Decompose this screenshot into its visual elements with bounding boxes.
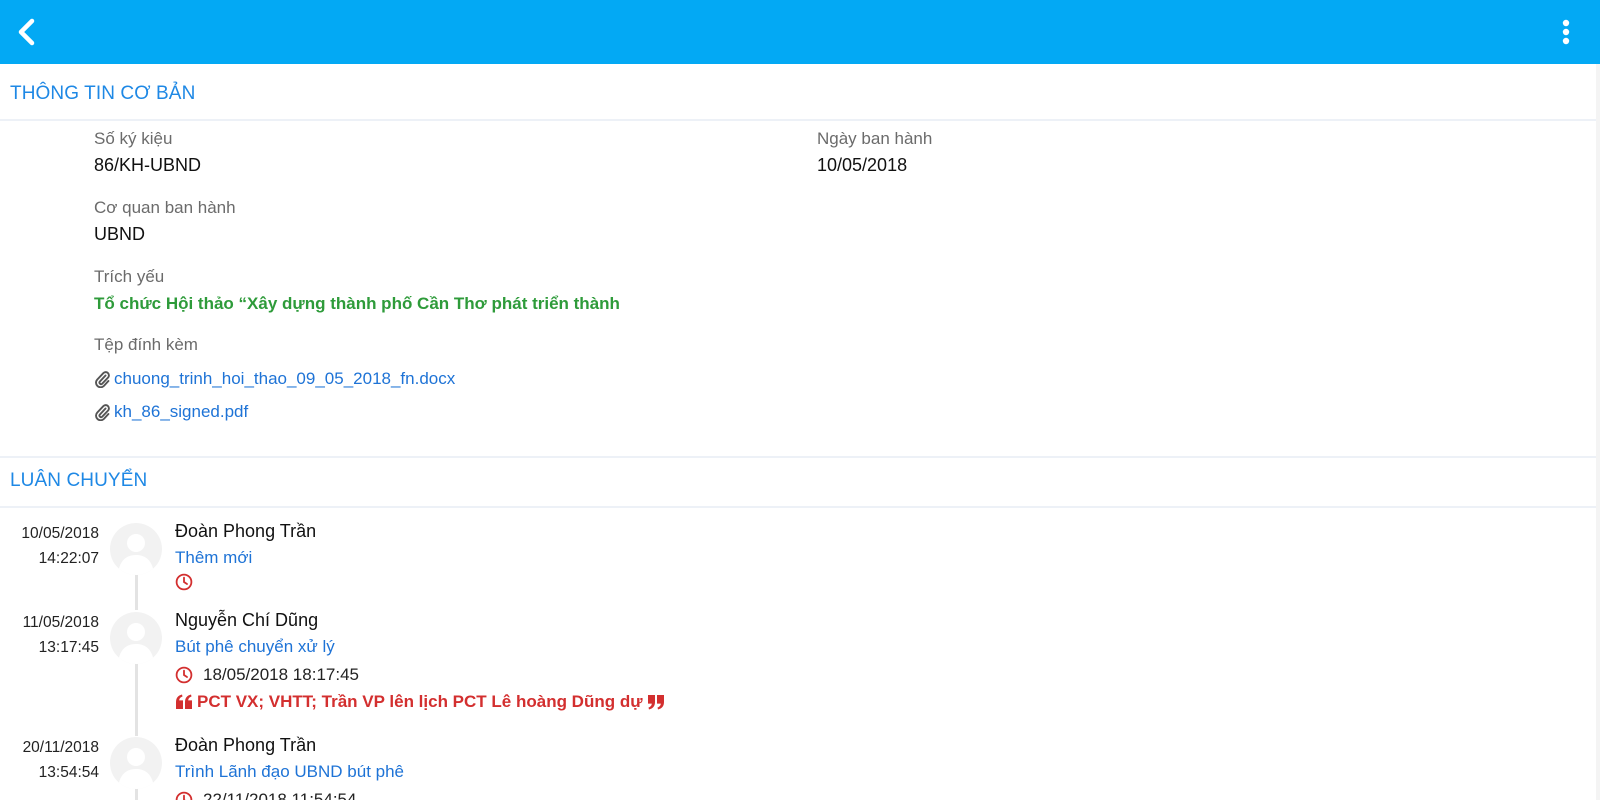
agency-value: UBND bbox=[94, 224, 146, 244]
entry-deadline-row: 22/11/2018 11:54:54 bbox=[175, 789, 356, 800]
entry-date: 11/05/2018 bbox=[22, 614, 99, 631]
paperclip-icon bbox=[95, 404, 110, 421]
entry-action[interactable]: Thêm mới bbox=[175, 548, 252, 568]
avatar bbox=[110, 523, 162, 575]
entry-note: PCT VX; VHTT; Trần VP lên lịch PCT Lê ho… bbox=[197, 692, 643, 711]
entry-deadline: 22/11/2018 11:54:54 bbox=[203, 790, 357, 800]
entry-time: 13:54:54 bbox=[38, 764, 99, 781]
entry-deadline: 18/05/2018 18:17:45 bbox=[203, 665, 359, 684]
attachment-item[interactable]: kh_86_signed.pdf bbox=[94, 401, 248, 423]
symbol-label: Số ký kiệu bbox=[94, 129, 173, 148]
attachment-name[interactable]: chuong_trinh_hoi_thao_09_05_2018_fn.docx bbox=[114, 369, 455, 389]
page-content: THÔNG TIN CƠ BẢN Số ký kiệu 86/KH-UBND N… bbox=[0, 0, 1600, 800]
entry-action[interactable]: Bút phê chuyển xử lý bbox=[175, 637, 335, 657]
basic-info-title: THÔNG TIN CƠ BẢN bbox=[10, 83, 196, 104]
clock-icon bbox=[175, 666, 193, 684]
quote-close-icon bbox=[647, 695, 664, 710]
timeline-connector bbox=[135, 573, 138, 610]
paperclip-icon bbox=[95, 371, 110, 388]
summary-label: Trích yếu bbox=[94, 267, 165, 286]
circulation-title: LUÂN CHUYỂN bbox=[10, 470, 148, 491]
entry-user: Đoàn Phong Trần bbox=[175, 735, 317, 755]
entry-user: Đoàn Phong Trần bbox=[175, 521, 317, 541]
entry-deadline-row bbox=[175, 571, 203, 593]
entry-note-row: PCT VX; VHTT; Trần VP lên lịch PCT Lê ho… bbox=[175, 691, 665, 713]
entry-time: 13:17:45 bbox=[38, 639, 99, 656]
issue-date-label: Ngày ban hành bbox=[817, 129, 933, 148]
entry-user: Nguyễn Chí Dũng bbox=[175, 610, 319, 630]
summary-value: Tổ chức Hội thảo “Xây dựng thành phố Cần… bbox=[94, 294, 620, 313]
entry-date: 20/11/2018 bbox=[22, 739, 99, 756]
clock-icon bbox=[175, 573, 193, 591]
user-placeholder-icon bbox=[118, 748, 154, 789]
clock-icon bbox=[175, 791, 193, 800]
circulation-divider bbox=[0, 506, 1596, 508]
timeline-connector bbox=[135, 662, 138, 736]
avatar bbox=[110, 737, 162, 789]
avatar bbox=[110, 612, 162, 664]
basic-info-divider bbox=[0, 119, 1596, 121]
issue-date-value: 10/05/2018 bbox=[817, 155, 908, 175]
attachment-name[interactable]: kh_86_signed.pdf bbox=[114, 402, 248, 422]
agency-label: Cơ quan ban hành bbox=[94, 198, 236, 217]
entry-time: 14:22:07 bbox=[38, 550, 99, 567]
user-placeholder-icon bbox=[118, 534, 154, 575]
symbol-value: 86/KH-UBND bbox=[94, 155, 202, 175]
quote-open-icon bbox=[176, 694, 192, 709]
entry-action[interactable]: Trình Lãnh đạo UBND bút phê bbox=[175, 762, 404, 782]
entry-deadline-row: 18/05/2018 18:17:45 bbox=[175, 664, 359, 686]
entry-date: 10/05/2018 bbox=[21, 525, 99, 542]
user-placeholder-icon bbox=[118, 623, 154, 664]
document-detail-page: THÔNG TIN CƠ BẢN Số ký kiệu 86/KH-UBND N… bbox=[0, 0, 1600, 800]
attachment-item[interactable]: chuong_trinh_hoi_thao_09_05_2018_fn.docx bbox=[94, 368, 455, 390]
attachments-label: Tệp đính kèm bbox=[94, 335, 198, 354]
section-divider bbox=[0, 456, 1596, 458]
